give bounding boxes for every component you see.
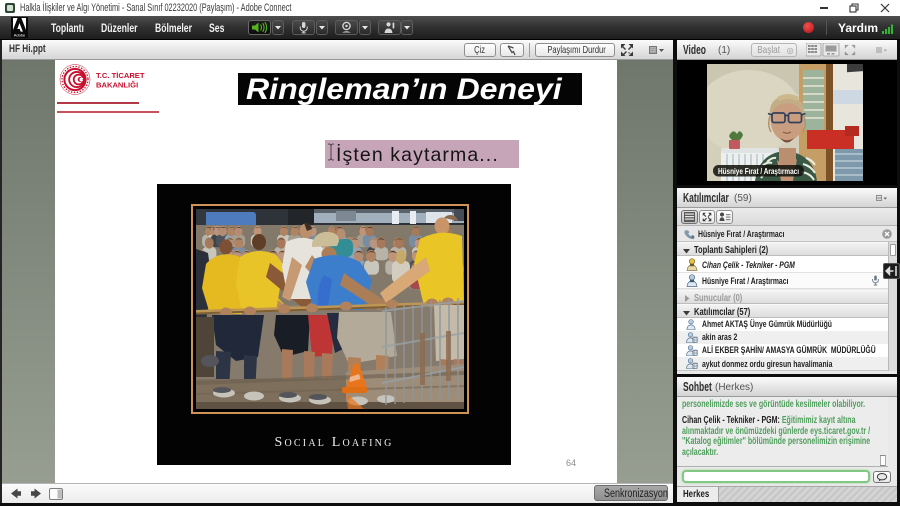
svg-text:Adobe: Adobe (14, 33, 26, 38)
svg-text:Hüsniye Fırat / Araştırmacı: Hüsniye Fırat / Araştırmacı (718, 166, 799, 176)
svg-text:BAKANLIĞI: BAKANLIĞI (96, 81, 138, 90)
svg-text:T.C. TİCARET: T.C. TİCARET (96, 71, 145, 80)
